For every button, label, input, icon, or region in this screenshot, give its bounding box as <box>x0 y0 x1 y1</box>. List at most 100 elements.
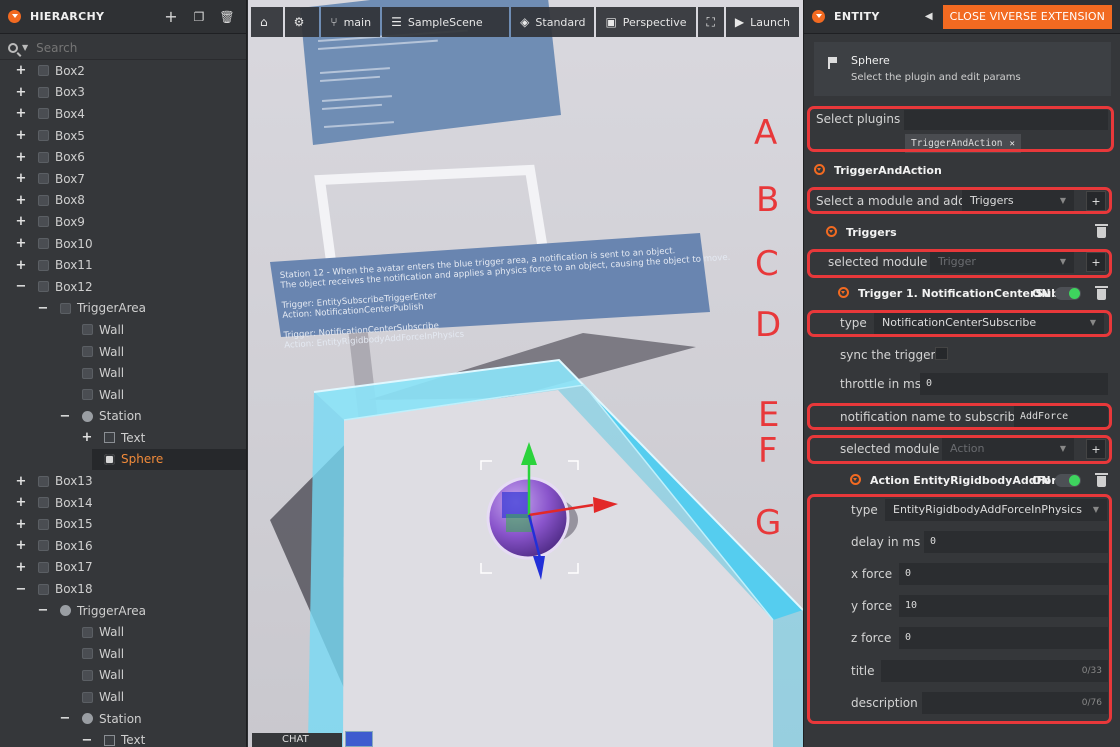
expand-icon[interactable]: + <box>15 128 27 143</box>
caret-left-icon[interactable]: ◀ <box>925 11 933 22</box>
plugin-chip[interactable]: TriggerAndAction ✕ <box>905 134 1021 153</box>
tree-row[interactable]: Wall <box>0 686 246 708</box>
tree-row[interactable]: + Box8 <box>0 190 246 212</box>
sync-checkbox[interactable] <box>935 347 948 360</box>
tree-row[interactable]: + Box6 <box>0 146 246 168</box>
launch-button[interactable]: ▶ Launch <box>725 7 799 37</box>
collapse-icon[interactable]: − <box>59 409 71 424</box>
tree-row[interactable]: Wall <box>0 384 246 406</box>
module-add-select[interactable]: Triggers ▼ <box>962 190 1074 212</box>
scene-viewport[interactable]: Station 12 - When the avatar enters the … <box>248 0 803 747</box>
expand-icon[interactable]: + <box>15 538 27 553</box>
tree-row[interactable]: − Box18 <box>0 578 246 600</box>
chevron-down-icon[interactable]: ▼ <box>22 43 28 52</box>
fullscreen-button[interactable]: ⛶ <box>697 7 724 37</box>
scene-button[interactable]: ☰ SampleScene <box>382 7 510 37</box>
z-force-input[interactable]: 0 <box>899 627 1108 649</box>
collapse-triggers-icon[interactable] <box>826 226 837 237</box>
tree-row[interactable]: Wall <box>0 665 246 687</box>
expand-icon[interactable]: + <box>15 258 27 273</box>
scene-render[interactable]: Station 12 - When the avatar enters the … <box>248 0 803 747</box>
expand-icon[interactable]: + <box>15 560 27 575</box>
tree-row[interactable]: Wall <box>0 621 246 643</box>
tree-row[interactable]: + Box14 <box>0 492 246 514</box>
tree-row[interactable]: + Box9 <box>0 211 246 233</box>
camera-button[interactable]: ▣ Perspective <box>596 7 696 37</box>
tree-row[interactable]: Sphere <box>92 448 246 471</box>
notification-input[interactable]: AddForce <box>1014 406 1108 428</box>
add-action-button[interactable]: + <box>1086 439 1106 459</box>
tree-row[interactable]: + Box2 <box>0 60 246 82</box>
description-input[interactable]: 0/76 <box>922 692 1108 714</box>
expand-icon[interactable]: + <box>81 430 93 445</box>
collapse-action-icon[interactable] <box>850 474 861 485</box>
collapse-icon[interactable]: − <box>81 733 93 747</box>
tree-row[interactable]: Wall <box>0 643 246 665</box>
trash-icon[interactable] <box>1095 224 1108 238</box>
chat-button[interactable]: CHAT <box>252 733 342 747</box>
trash-icon[interactable] <box>1095 286 1108 300</box>
tree-row[interactable]: Wall <box>0 341 246 363</box>
expand-icon[interactable]: + <box>15 85 27 100</box>
title-input[interactable]: 0/33 <box>881 660 1108 682</box>
collapse-trigger-icon[interactable] <box>838 287 849 298</box>
tree-row[interactable]: + Box10 <box>0 233 246 255</box>
collapse-plugin-icon[interactable] <box>814 164 825 175</box>
action-type-select[interactable]: EntityRigidbodyAddForceInPhysics ▼ <box>885 499 1107 521</box>
collapse-icon[interactable]: − <box>15 582 27 597</box>
collapse-icon[interactable]: − <box>37 301 49 316</box>
search-input[interactable] <box>36 40 217 55</box>
trigger-toggle[interactable] <box>1055 287 1081 300</box>
add-trigger-button[interactable]: + <box>1086 252 1106 272</box>
tree-row[interactable]: + Box17 <box>0 557 246 579</box>
collapse-icon[interactable]: − <box>15 279 27 294</box>
tree-row[interactable]: + Box16 <box>0 535 246 557</box>
tree-row[interactable]: Wall <box>0 319 246 341</box>
tree-row[interactable]: + Box4 <box>0 103 246 125</box>
select-plugins-field[interactable] <box>904 110 1108 130</box>
duplicate-button[interactable]: ❐ <box>188 6 210 28</box>
y-force-input[interactable]: 10 <box>899 595 1108 617</box>
home-button[interactable]: ⌂ <box>251 7 283 37</box>
tree-row[interactable]: + Box15 <box>0 513 246 535</box>
tree-row[interactable]: + Text <box>0 427 246 449</box>
x-force-input[interactable]: 0 <box>899 563 1108 585</box>
expand-icon[interactable]: + <box>15 495 27 510</box>
collapse-panel-icon[interactable] <box>8 10 21 23</box>
trigger-type-select[interactable]: NotificationCenterSubscribe ▼ <box>874 312 1104 334</box>
tree-row[interactable]: − Station <box>0 406 246 428</box>
settings-button[interactable]: ⚙ <box>284 7 320 37</box>
collapse-panel-icon[interactable] <box>812 10 825 23</box>
expand-icon[interactable]: + <box>15 517 27 532</box>
add-module-button[interactable]: + <box>1086 191 1106 211</box>
tree-row[interactable]: + Box3 <box>0 82 246 104</box>
tree-row[interactable]: − Text <box>0 729 246 747</box>
delay-input[interactable]: 0 <box>924 531 1108 553</box>
expand-icon[interactable]: + <box>15 171 27 186</box>
tree-row[interactable]: Wall <box>0 362 246 384</box>
shading-button[interactable]: ◈ Standard <box>511 7 595 37</box>
avatar[interactable] <box>345 731 373 747</box>
collapse-icon[interactable]: − <box>37 603 49 618</box>
tree-row[interactable]: + Box13 <box>0 470 246 492</box>
trash-icon[interactable] <box>1095 473 1108 487</box>
add-entity-button[interactable]: + <box>160 6 182 28</box>
trigger-module-select[interactable]: Trigger ▼ <box>930 251 1074 273</box>
action-toggle[interactable] <box>1055 474 1081 487</box>
expand-icon[interactable]: + <box>15 214 27 229</box>
action-module-select[interactable]: Action ▼ <box>942 438 1074 460</box>
tree-row[interactable]: − Station <box>0 708 246 730</box>
delete-button[interactable]: 🗑 <box>216 6 238 28</box>
throttle-input[interactable]: 0 <box>920 373 1108 395</box>
search-icon[interactable] <box>8 42 18 53</box>
gizmo-plane-xz[interactable] <box>506 514 532 532</box>
close-viverse-extension-button[interactable]: CLOSE VIVERSE EXTENSION <box>942 4 1112 29</box>
tree-row[interactable]: − TriggerArea <box>0 298 246 320</box>
tree-row[interactable]: + Box11 <box>0 254 246 276</box>
tree-row[interactable]: + Box5 <box>0 125 246 147</box>
branch-button[interactable]: ⑂ main <box>321 7 381 37</box>
tree-row[interactable]: − TriggerArea <box>0 600 246 622</box>
expand-icon[interactable]: + <box>15 106 27 121</box>
tree-row[interactable]: + Box7 <box>0 168 246 190</box>
expand-icon[interactable]: + <box>15 63 27 78</box>
